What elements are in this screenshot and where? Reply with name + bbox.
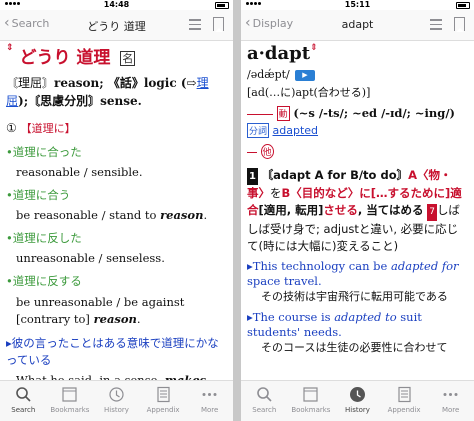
headword-text: どうり 道理 [19, 48, 111, 68]
headword-text: a·dapt [247, 43, 311, 64]
tab-more[interactable]: More [427, 381, 474, 421]
bookmarks-icon [62, 387, 77, 402]
example-1: ▸This technology can be adapted for spac… [247, 259, 459, 288]
history-icon [349, 387, 365, 402]
appendix-icon [156, 386, 170, 403]
sense-number: ① [6, 121, 17, 135]
note-badge: 7 [427, 204, 437, 221]
pronunciation: /ədǽpt/ [247, 68, 468, 81]
divider [247, 151, 257, 153]
tab-bookmarks[interactable]: Bookmarks [47, 381, 94, 421]
sentence-jp: ▸彼の言ったことはある意味で道理にかなっている [6, 336, 219, 367]
headword-mark: ⇕ [310, 43, 318, 53]
tab-appendix[interactable]: Appendix [381, 381, 428, 421]
sense-label: 【道理に】 [20, 122, 76, 135]
search-icon [256, 387, 272, 402]
battery-icon [215, 2, 229, 9]
participle-tag: 分詞 [247, 123, 270, 138]
nav-bar: ‹ Display adapt [241, 10, 474, 41]
sense-item-4: •道理に反する be unreasonable / be against [co… [6, 273, 227, 328]
participle-link[interactable]: adapted [273, 124, 319, 137]
transitive-tag: 他 [260, 144, 274, 159]
entry-content: ⇕ どうり 道理 名 〘理屈〙reason; 《話》logic (⇨理屈);〘思… [0, 41, 233, 381]
history-icon [109, 387, 124, 402]
pos-verb-tag: 動 [276, 106, 290, 121]
phrase-en: unreasonable / senseless. [16, 251, 165, 265]
more-icon [443, 393, 458, 396]
phrase-jp: •道理に合う [6, 188, 71, 202]
signal-icon [245, 2, 263, 15]
bookmark-icon[interactable] [454, 17, 465, 32]
phrase-jp: •道理に反した [6, 231, 82, 245]
phrase-jp: •道理に反する [6, 274, 82, 288]
battery-icon [456, 2, 470, 9]
example-sentence: ▸彼の言ったことはある意味で道理にかなっている What he said, in… [6, 335, 227, 381]
pos-tag: 名 [120, 51, 136, 66]
tab-more[interactable]: More [186, 381, 233, 421]
def-post: );〘思慮分別〙sense. [18, 94, 142, 108]
screen: 14:48 ‹ Search どうり 道理 ⇕ どうり 道理 名 〘理屈〙reas… [0, 0, 474, 421]
status-bar: 14:48 [0, 0, 233, 15]
tab-history[interactable]: History [334, 381, 381, 421]
bookmark-icon[interactable] [213, 17, 224, 32]
status-time: 15:11 [344, 0, 371, 9]
menu-icon[interactable] [189, 19, 201, 30]
status-bar: 15:11 [241, 0, 474, 15]
nav-bar: ‹ Search どうり 道理 [0, 10, 233, 41]
menu-icon[interactable] [430, 19, 442, 30]
more-icon [202, 393, 217, 396]
sense-item-3: •道理に反した unreasonable / senseless. [6, 230, 227, 265]
sense-item-2: •道理に合う be reasonable / stand to reason. [6, 187, 227, 222]
divider [247, 113, 273, 115]
verb-forms: 動 (~s /-ts/; ~ed /-ɪd/; ~ing/) [247, 106, 468, 121]
def-main: reason; 《話》logic (⇨ [54, 76, 197, 90]
definition: 〘理屈〙reason; 《話》logic (⇨理屈);〘思慮分別〙sense. [6, 74, 227, 110]
tab-appendix[interactable]: Appendix [140, 381, 187, 421]
headword: a·dapt⇕ [247, 43, 468, 64]
right-panel: 15:11 ‹Display adapt a·dapt⇕ /ədǽpt/ [ad… [241, 0, 474, 421]
speaker-icon[interactable] [295, 69, 316, 81]
phrase-en: be reasonable / stand to reason. [16, 208, 208, 222]
tab-history[interactable]: History [93, 381, 140, 421]
phrase-en: reasonable / sensible. [16, 165, 143, 179]
appendix-icon [397, 386, 411, 403]
sense-item-1: •道理に合った reasonable / sensible. [6, 144, 227, 179]
forms-text: (~s /-ts/; ~ed /-ɪd/; ~ing/) [293, 106, 455, 120]
sense-heading: ① 【道理に】 [6, 120, 227, 136]
transitive-heading: 他 [247, 144, 468, 159]
tab-search[interactable]: Search [0, 381, 47, 421]
phrase-en: be unreasonable / be against [contrary t… [16, 295, 185, 326]
left-panel: 14:48 ‹ Search どうり 道理 ⇕ どうり 道理 名 〘理屈〙reas… [0, 0, 233, 421]
tab-bookmarks[interactable]: Bookmarks [288, 381, 335, 421]
search-icon [15, 387, 31, 402]
translation-2: そのコースは生徒の必要性に合わせて [261, 341, 448, 354]
sense-number: 1 [247, 168, 258, 185]
status-time: 14:48 [103, 0, 130, 9]
def-pre: 〘理屈〙 [6, 76, 55, 90]
bookmarks-icon [303, 387, 318, 402]
signal-icon [4, 2, 22, 15]
sense-1: 1 〘adapt A for B/to do〙A〈物・事〉をB〈目的など〉に[…… [247, 168, 462, 253]
translation-1: その技術は宇宙飛行に転用可能である [261, 290, 448, 303]
tab-bar: Search Bookmarks History Appendix More [0, 380, 233, 421]
etymology: [ad(…に)apt(合わせる)] [247, 86, 371, 99]
tab-search[interactable]: Search [241, 381, 288, 421]
participle: 分詞 adapted [247, 123, 468, 138]
phrase-jp: •道理に合った [6, 145, 82, 159]
entry-content: a·dapt⇕ /ədǽpt/ [ad(…に)apt(合わせる)] 動 (~s … [241, 41, 474, 381]
headword: ⇕ どうり 道理 名 [6, 43, 227, 68]
example-2: ▸The course is adapted to suit students'… [247, 310, 422, 339]
tab-bar: Search Bookmarks History Appendix More [241, 380, 474, 421]
headword-mark: ⇕ [6, 43, 14, 53]
